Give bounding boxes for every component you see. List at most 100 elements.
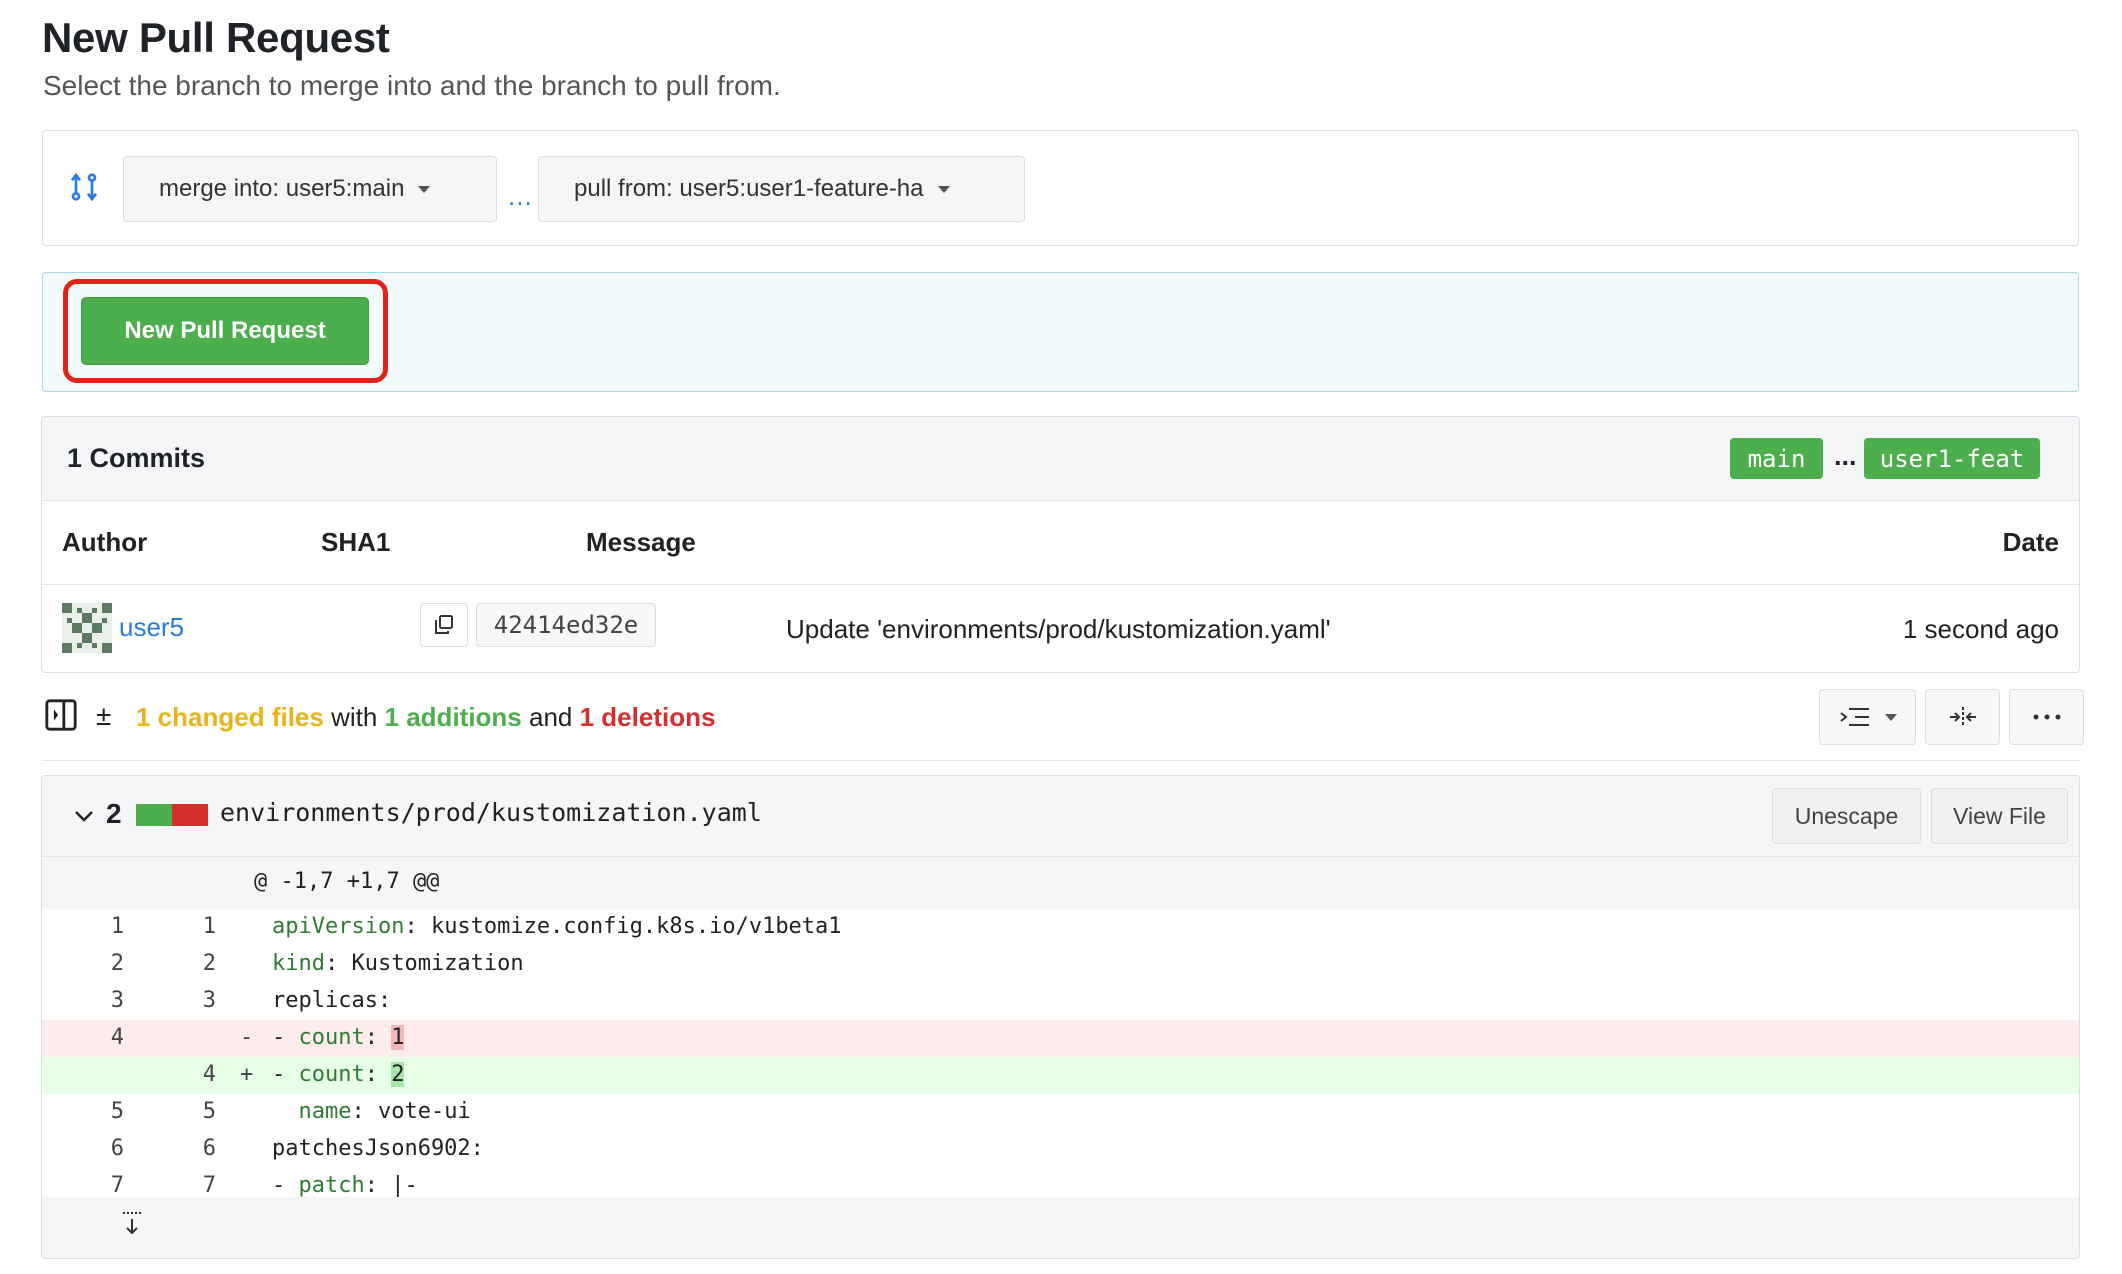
new-pull-request-panel: New Pull Request	[42, 272, 2079, 392]
view-file-button[interactable]: View File	[1931, 788, 2068, 844]
branch-separator: ...	[508, 181, 533, 211]
code-prefix: -	[272, 1173, 299, 1198]
author-link[interactable]: user5	[119, 612, 184, 643]
caret-down-icon	[418, 185, 431, 193]
stat-connector-with: with	[323, 702, 385, 732]
caret-down-icon	[1884, 713, 1897, 721]
file-diff: 2 environments/prod/kustomization.yaml U…	[41, 775, 2080, 1259]
old-line-number: 1	[110, 914, 124, 939]
diff-line-deleted: 4 - - count: 1	[42, 1020, 2079, 1057]
old-line-number: 5	[110, 1099, 124, 1124]
code-key: patch	[298, 1173, 365, 1198]
section-divider	[42, 760, 2079, 761]
row-divider	[42, 584, 2079, 585]
compare-arrows-icon	[70, 172, 98, 202]
new-line-number: 6	[202, 1136, 216, 1161]
code-key: kind	[272, 951, 325, 976]
line-code: - count: 1	[272, 1025, 405, 1050]
new-line-number: 7	[202, 1173, 216, 1198]
page: New Pull Request Select the branch to me…	[0, 0, 2122, 1274]
code-prefix: -	[272, 1062, 299, 1087]
chevron-down-icon[interactable]	[72, 804, 96, 828]
old-line-number: 3	[110, 988, 124, 1013]
expand-down-icon[interactable]	[120, 1209, 144, 1239]
whitespace-options-button[interactable]	[1819, 689, 1916, 745]
commit-date: 1 second ago	[1902, 614, 2059, 644]
new-line-number: 1	[202, 914, 216, 939]
line-code: - count: 2	[272, 1062, 405, 1087]
line-code: patchesJson6902:	[272, 1136, 484, 1161]
hunk-range: @ -1,7 +1,7 @@	[254, 869, 440, 894]
indent-list-icon	[1839, 708, 1869, 726]
split-view-button[interactable]	[1925, 689, 2000, 745]
line-code: kind: Kustomization	[272, 951, 524, 976]
avatar-identicon	[62, 603, 112, 653]
merge-into-dropdown[interactable]: merge into: user5:main	[123, 156, 497, 222]
line-code: - patch: |-	[272, 1173, 418, 1198]
additions-bar	[136, 804, 172, 826]
code-key: count	[298, 1025, 365, 1050]
diff-line: 2 2 kind: Kustomization	[42, 946, 2079, 983]
code-key: name	[298, 1099, 352, 1124]
diff-line: 5 5 name: vote-ui	[42, 1094, 2079, 1131]
new-pull-request-button[interactable]: New Pull Request	[81, 297, 369, 365]
copy-icon	[435, 615, 453, 634]
code-rest: : vote-ui	[351, 1099, 471, 1124]
file-name: environments/prod/kustomization.yaml	[220, 798, 762, 827]
code-sep: :	[364, 1062, 392, 1087]
deletions-count: 1 deletions	[579, 702, 716, 732]
deletion-sign: -	[240, 1025, 254, 1050]
diff-stats-bar: ± 1 changed files with 1 additions and 1…	[42, 689, 2084, 756]
sidebar-toggle-icon[interactable]	[44, 698, 78, 732]
diff-stat-icon: ±	[96, 700, 112, 731]
line-code: replicas:	[272, 988, 392, 1013]
code-key: apiVersion	[272, 914, 405, 939]
changed-value: 2	[391, 1062, 405, 1087]
commit-sha-link[interactable]: 42414ed32e	[476, 603, 656, 647]
line-code: apiVersion: kustomize.config.k8s.io/v1be…	[272, 914, 842, 939]
diff-line: 1 1 apiVersion: kustomize.config.k8s.io/…	[42, 909, 2079, 946]
pull-from-dropdown[interactable]: pull from: user5:user1-feature-ha	[538, 156, 1025, 222]
code-sep: :	[364, 1025, 392, 1050]
pull-from-label: pull from: user5:user1-feature-ha	[574, 175, 924, 202]
deletions-bar	[172, 804, 208, 826]
copy-sha-button[interactable]	[420, 603, 468, 647]
code-key: count	[298, 1062, 365, 1087]
diff-line: 6 6 patchesJson6902:	[42, 1131, 2079, 1168]
diff-stat-summary: 1 changed files with 1 additions and 1 d…	[136, 702, 715, 733]
column-header-author: Author	[62, 527, 148, 557]
old-line-number: 6	[110, 1136, 124, 1161]
split-view-icon	[1949, 707, 1976, 727]
commit-message[interactable]: Update 'environments/prod/kustomization.…	[786, 614, 1331, 645]
code-rest: : |-	[364, 1173, 418, 1198]
diff-line-added: 4 + - count: 2	[42, 1057, 2079, 1094]
new-line-number: 2	[202, 951, 216, 976]
diff-line: 3 3 replicas:	[42, 983, 2079, 1020]
base-branch-tag[interactable]: main	[1730, 438, 1823, 479]
page-subtitle: Select the branch to merge into and the …	[43, 70, 781, 101]
file-diff-header: 2 environments/prod/kustomization.yaml U…	[42, 776, 2079, 857]
unescape-button[interactable]: Unescape	[1772, 788, 1921, 844]
new-line-number: 5	[202, 1099, 216, 1124]
file-change-count: 2	[106, 798, 122, 829]
changed-value: 1	[391, 1025, 405, 1050]
head-branch-tag[interactable]: user1-feat	[1864, 438, 2040, 479]
commits-header: 1 Commits main ... user1-feat	[42, 417, 2079, 501]
code-prefix	[272, 1099, 299, 1124]
more-options-button[interactable]	[2009, 689, 2084, 745]
column-header-date: Date	[2002, 527, 2059, 557]
tag-separator: ...	[1834, 441, 1857, 471]
additions-count: 1 additions	[384, 702, 522, 732]
code-rest: : kustomize.config.k8s.io/v1beta1	[404, 914, 842, 939]
ellipsis-icon	[2033, 714, 2060, 720]
code-rest: : Kustomization	[324, 951, 524, 976]
old-line-number: 7	[110, 1173, 124, 1198]
line-code: name: vote-ui	[272, 1099, 471, 1124]
old-line-number: 4	[110, 1025, 124, 1050]
stat-connector-and: and	[521, 702, 580, 732]
addition-sign: +	[240, 1062, 254, 1087]
hunk-header: @ -1,7 +1,7 @@	[42, 857, 2079, 909]
new-line-number: 4	[202, 1062, 216, 1087]
expand-lines-row	[42, 1197, 2079, 1258]
commits-title: 1 Commits	[67, 443, 206, 473]
